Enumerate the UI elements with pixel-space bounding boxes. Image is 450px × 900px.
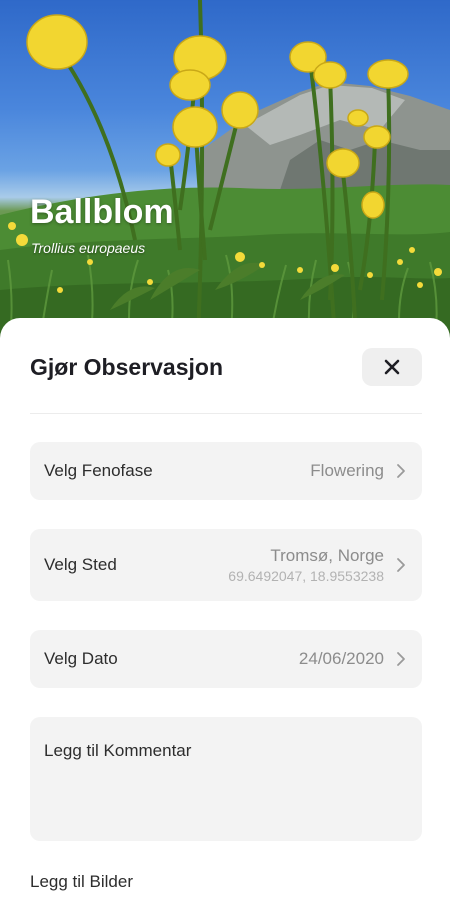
add-images-button[interactable]: Legg til Bilder	[30, 872, 133, 892]
date-value-group: 24/06/2020	[299, 649, 406, 669]
phenophase-value-group: Flowering	[310, 461, 406, 481]
species-common-name: Ballblom	[30, 193, 174, 231]
comment-input[interactable]: Legg til Kommentar	[30, 717, 422, 841]
species-latin-name: Trollius europaeus	[31, 240, 146, 256]
phenophase-selector[interactable]: Velg Fenofase Flowering	[30, 442, 422, 500]
date-value: 24/06/2020	[298, 649, 384, 668]
location-value-group: Tromsø, Norge 69.6492047, 18.9553238	[228, 546, 406, 584]
sheet-header: Gjør Observasjon	[30, 348, 422, 414]
sheet-title: Gjør Observasjon	[30, 354, 224, 380]
location-value: Tromsø, Norge 69.6492047, 18.9553238	[228, 546, 384, 584]
chevron-right-icon	[397, 652, 405, 666]
close-button[interactable]	[362, 348, 422, 386]
location-place: Tromsø, Norge	[270, 546, 384, 565]
flower-meadow-illustration	[0, 0, 450, 340]
comment-placeholder: Legg til Kommentar	[44, 741, 192, 760]
hero-image: Ballblom Trollius europaeus	[0, 0, 450, 340]
date-label: Velg Dato	[44, 649, 118, 668]
chevron-right-icon	[397, 464, 405, 478]
location-coordinates: 69.6492047, 18.9553238	[228, 568, 384, 584]
chevron-right-icon	[397, 558, 405, 572]
phenophase-label: Velg Fenofase	[44, 461, 153, 480]
location-label: Velg Sted	[44, 555, 117, 574]
date-selector[interactable]: Velg Dato 24/06/2020	[30, 630, 422, 688]
location-selector[interactable]: Velg Sted Tromsø, Norge 69.6492047, 18.9…	[30, 529, 422, 601]
phenophase-value: Flowering	[310, 461, 384, 480]
close-icon	[384, 359, 400, 375]
observation-sheet: Gjør Observasjon Velg Fenofase Flowering…	[0, 318, 450, 900]
